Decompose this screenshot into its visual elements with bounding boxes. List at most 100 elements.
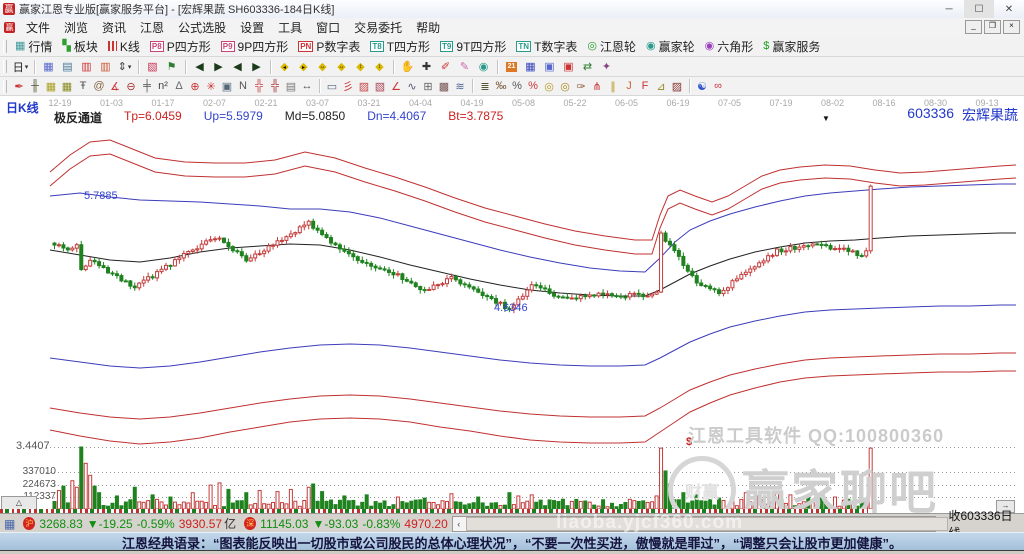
mdi-minimize-button[interactable]: _ — [965, 20, 982, 34]
shade-box-icon[interactable]: ▨ — [356, 79, 372, 94]
square-nine-icon[interactable]: n² — [155, 79, 171, 94]
menu-item-江恩[interactable]: 江恩 — [133, 18, 171, 37]
menu-item-文件[interactable]: 文件 — [19, 18, 57, 37]
gann-fan-icon[interactable]: 彡 — [340, 79, 356, 94]
scrollbar-thumb[interactable] — [465, 516, 948, 531]
angle-icon[interactable]: ∡ — [107, 79, 123, 94]
toolbar-button-赢家服务[interactable]: $ 赢家服务 — [759, 37, 826, 56]
yinyang-icon[interactable]: ☯ — [694, 79, 710, 94]
calculator-icon[interactable]: ▦ — [521, 59, 540, 75]
toolbar-button-P四方形[interactable]: P8 P四方形 — [146, 37, 217, 56]
expand-y-icon[interactable]: ◆ ↕ — [351, 59, 370, 75]
menu-item-公式选股[interactable]: 公式选股 — [171, 18, 233, 37]
maximize-button[interactable]: ☐ — [964, 0, 994, 18]
info-panel-icon[interactable]: ▤ — [58, 59, 77, 75]
zigzag-icon[interactable]: ∿ — [404, 79, 420, 94]
zoom-out-icon[interactable]: ◆ ◂ — [275, 59, 294, 75]
toolbar-button-K线[interactable]: K线 — [104, 37, 146, 56]
retrace-icon[interactable]: ‰ — [493, 79, 509, 94]
last-page-icon[interactable]: ▶ — [209, 59, 228, 75]
menu-item-工具[interactable]: 工具 — [271, 18, 309, 37]
shade-box2-icon[interactable]: ▧ — [372, 79, 388, 94]
calendar-icon[interactable]: 21 — [502, 59, 521, 75]
cycle-tool-icon[interactable]: ◉ — [474, 59, 493, 75]
gann-box-icon[interactable]: ▦ — [43, 79, 59, 94]
measure-icon[interactable]: ✑ — [573, 79, 589, 94]
apex-icon[interactable]: Δ — [171, 79, 187, 94]
compress-x-icon[interactable]: ◆ ↔ — [332, 59, 351, 75]
ray-icon[interactable]: ⊿ — [653, 79, 669, 94]
toolbar-button-江恩轮[interactable]: ◎ 江恩轮 — [583, 37, 642, 56]
menu-item-交易委托[interactable]: 交易委托 — [347, 18, 409, 37]
star-icon[interactable]: ✳ — [203, 79, 219, 94]
horizontal-scrollbar[interactable]: ‹ › — [451, 515, 948, 532]
trend-line-icon[interactable]: ∠ — [388, 79, 404, 94]
toolbar-button-T数字表[interactable]: TN T数字表 — [512, 37, 583, 56]
angle-tool-icon[interactable]: ✐ — [436, 59, 455, 75]
hand-tool-icon[interactable]: ✋ — [398, 59, 417, 75]
f-line-icon[interactable]: F — [637, 79, 653, 94]
slant-lines-icon[interactable]: ≋ — [452, 79, 468, 94]
grid-plus-icon[interactable]: ⊞ — [420, 79, 436, 94]
x-pattern-icon[interactable]: ▨ — [669, 79, 685, 94]
save-icon[interactable]: ▣ — [559, 59, 578, 75]
t-line-icon[interactable]: Ŧ — [75, 79, 91, 94]
menu-item-设置[interactable]: 设置 — [233, 18, 271, 37]
menu-item-窗口[interactable]: 窗口 — [309, 18, 347, 37]
toolbar-button-P数字表[interactable]: PN P数字表 — [294, 37, 366, 56]
fractal-icon[interactable]: Ν — [235, 79, 251, 94]
mdi-close-button[interactable]: × — [1003, 20, 1020, 34]
menu-item-资讯[interactable]: 资讯 — [95, 18, 133, 37]
marker-tool-icon[interactable]: ✎ — [455, 59, 474, 75]
toolbar-button-9P四方形[interactable]: P9 9P四方形 — [217, 37, 294, 56]
infinity-icon[interactable]: ∞ — [710, 79, 726, 94]
expand-x-icon[interactable]: ◆ ↔ — [313, 59, 332, 75]
chevron-down-icon[interactable]: ▼ — [822, 114, 830, 123]
crosshair-icon[interactable]: ✚ — [417, 59, 436, 75]
prev-page-icon[interactable]: ◀ — [228, 59, 247, 75]
export-icon[interactable]: ⇄ — [578, 59, 597, 75]
percent-icon[interactable]: % — [509, 79, 525, 94]
tools-icon[interactable]: ✦ — [597, 59, 616, 75]
close-button[interactable]: ✕ — [994, 0, 1024, 18]
ellipse-icon[interactable]: ⊖ — [123, 79, 139, 94]
save-note-icon[interactable]: ▣ — [540, 59, 559, 75]
keyboard-grid-icon[interactable]: ▦ — [4, 517, 15, 531]
image-box-icon[interactable]: ▣ — [219, 79, 235, 94]
grid-dense-icon[interactable]: ▩ — [436, 79, 452, 94]
toolbar-button-T四方形[interactable]: T8 T四方形 — [366, 37, 436, 56]
flag-icon[interactable]: ⚑ — [162, 59, 181, 75]
toolbar-button-六角形[interactable]: ◉ 六角形 — [701, 37, 760, 56]
minimize-button[interactable]: ─ — [934, 0, 964, 18]
menu-item-帮助[interactable]: 帮助 — [409, 18, 447, 37]
first-page-icon[interactable]: ◀ — [190, 59, 209, 75]
next-page-icon[interactable]: ▶ — [247, 59, 266, 75]
toolbar-button-9T四方形[interactable]: T9 9T四方形 — [436, 37, 512, 56]
red-bars-icon[interactable]: ▥ — [77, 59, 96, 75]
close-box-icon[interactable]: ▧ — [143, 59, 162, 75]
circle-cross-icon[interactable]: ⊕ — [187, 79, 203, 94]
extend-icon[interactable]: ↔ — [299, 79, 315, 94]
zoom-in-icon[interactable]: ◆ ▸ — [294, 59, 313, 75]
gold-circle-icon[interactable]: ◎ — [541, 79, 557, 94]
mdi-restore-button[interactable]: ❐ — [984, 20, 1001, 34]
channel-icon[interactable]: ∥ — [605, 79, 621, 94]
gann-box2-icon[interactable]: ▦ — [59, 79, 75, 94]
grid-lines-icon[interactable]: ╪ — [139, 79, 155, 94]
grid-icon[interactable]: ▤ — [283, 79, 299, 94]
pitchfork-icon[interactable]: ⋔ — [589, 79, 605, 94]
brush-icon[interactable]: ✒ — [11, 79, 27, 94]
j-line-icon[interactable]: J — [621, 79, 637, 94]
chart-style-icon[interactable]: ▦ — [39, 59, 58, 75]
menu-item-浏览[interactable]: 浏览 — [57, 18, 95, 37]
rect-tool-icon[interactable]: ▭ — [324, 79, 340, 94]
period-selector[interactable]: 日 ▾ — [11, 59, 30, 75]
gann-grid2-icon[interactable]: ╬ — [267, 79, 283, 94]
hollow-candle-icon[interactable]: ⇕ ▾ — [115, 59, 134, 75]
percent-red-icon[interactable]: % — [525, 79, 541, 94]
compress-y-icon[interactable]: ◆ ↕ — [370, 59, 389, 75]
gold-circle2-icon[interactable]: ◎ — [557, 79, 573, 94]
toolbar-button-板块[interactable]: ▚ 板块 — [58, 37, 103, 56]
scroll-left-arrow[interactable]: ‹ — [453, 518, 465, 530]
hatch-icon[interactable]: ╫ — [27, 79, 43, 94]
